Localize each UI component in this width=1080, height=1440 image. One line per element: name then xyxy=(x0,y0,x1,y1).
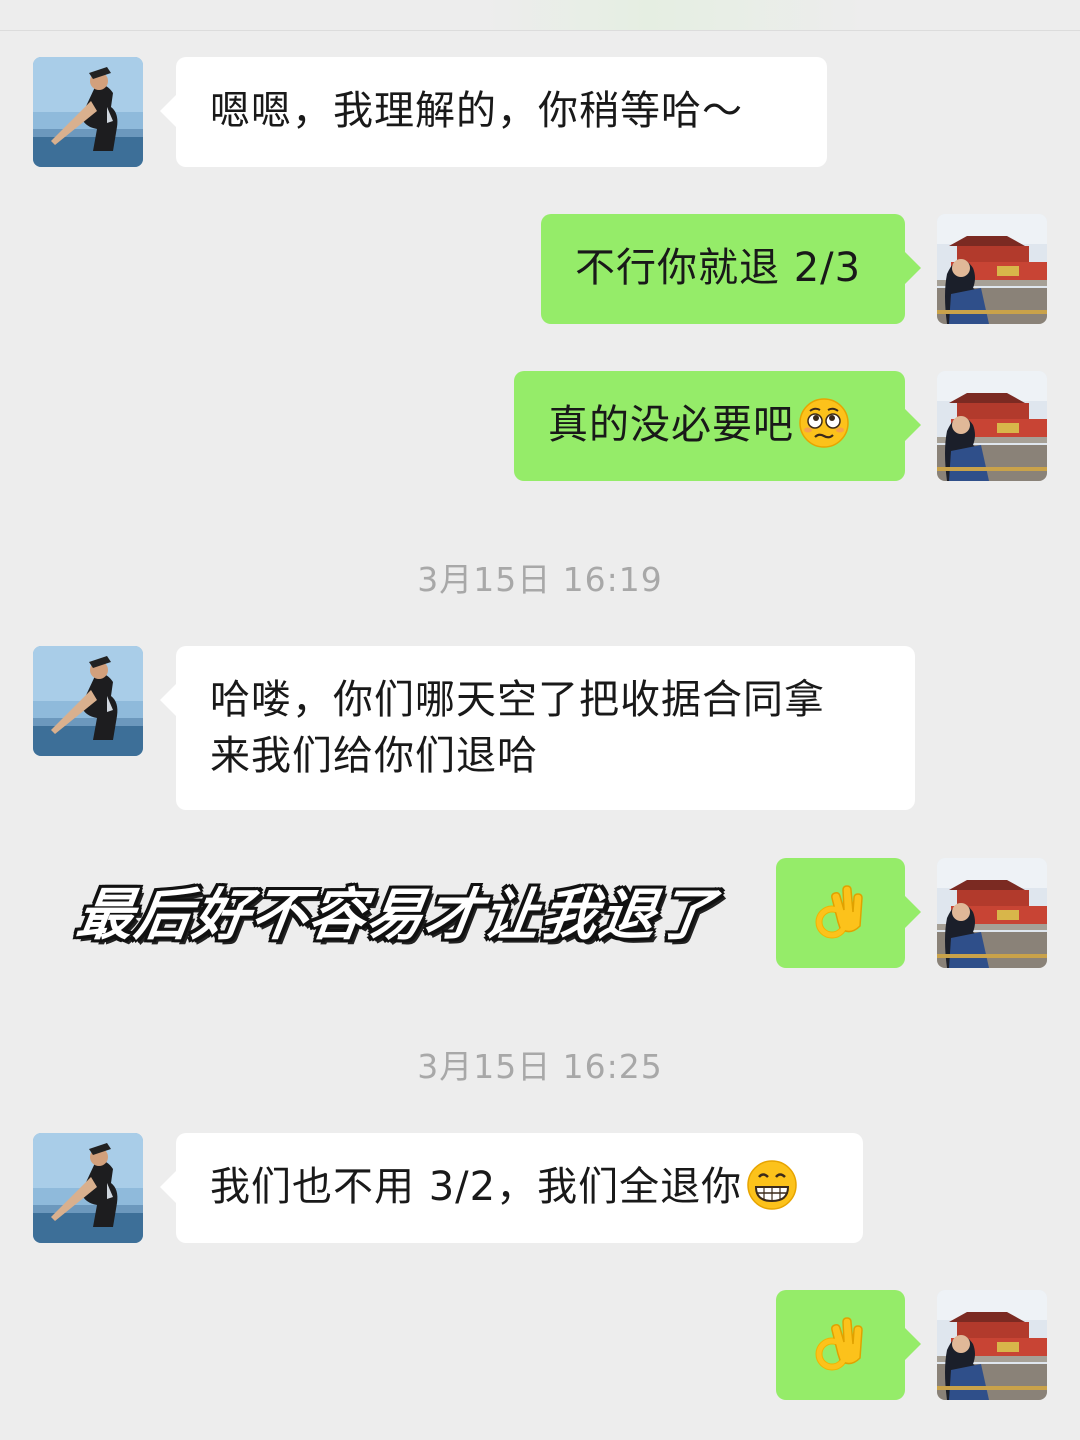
message-text: 不行你就退 2/3 xyxy=(575,245,862,291)
contact-avatar[interactable] xyxy=(33,57,143,167)
ok-hand-icon xyxy=(810,1314,870,1374)
message-text: 哈喽，你们哪天空了把收据合同拿 来我们给你们退哈 xyxy=(210,677,825,779)
my-avatar[interactable] xyxy=(937,858,1047,968)
ok-hand-icon xyxy=(810,882,870,942)
outgoing-message-bubble[interactable] xyxy=(776,858,921,968)
message-text: 嗯嗯，我理解的，你稍等哈～ xyxy=(210,88,743,134)
my-avatar[interactable] xyxy=(937,1290,1047,1400)
message-timestamp: 3月15日 16:19 xyxy=(417,560,663,599)
message-text: 真的没必要吧 xyxy=(548,402,794,448)
top-status-area xyxy=(0,0,1080,31)
incoming-message-bubble[interactable]: 嗯嗯，我理解的，你稍等哈～ xyxy=(160,57,827,167)
grinning-face-icon xyxy=(746,1159,798,1211)
message-text: 我们也不用 3/2，我们全退你 xyxy=(210,1164,743,1210)
incoming-message-bubble[interactable]: 哈喽，你们哪天空了把收据合同拿 来我们给你们退哈 xyxy=(160,646,915,810)
contact-avatar[interactable] xyxy=(33,646,143,756)
outgoing-message-bubble[interactable]: 真的没必要吧 xyxy=(514,371,921,481)
contact-avatar[interactable] xyxy=(33,1133,143,1243)
my-avatar[interactable] xyxy=(937,371,1047,481)
woozy-pleading-face-icon xyxy=(798,397,850,449)
incoming-message-bubble[interactable]: 我们也不用 3/2，我们全退你 xyxy=(160,1133,863,1243)
my-avatar[interactable] xyxy=(937,214,1047,324)
outgoing-message-bubble[interactable] xyxy=(776,1290,921,1400)
message-timestamp: 3月15日 16:25 xyxy=(417,1047,663,1086)
outgoing-message-bubble[interactable]: 不行你就退 2/3 xyxy=(541,214,921,324)
overlay-caption: 最后好不容易才让我退了 xyxy=(72,883,720,948)
